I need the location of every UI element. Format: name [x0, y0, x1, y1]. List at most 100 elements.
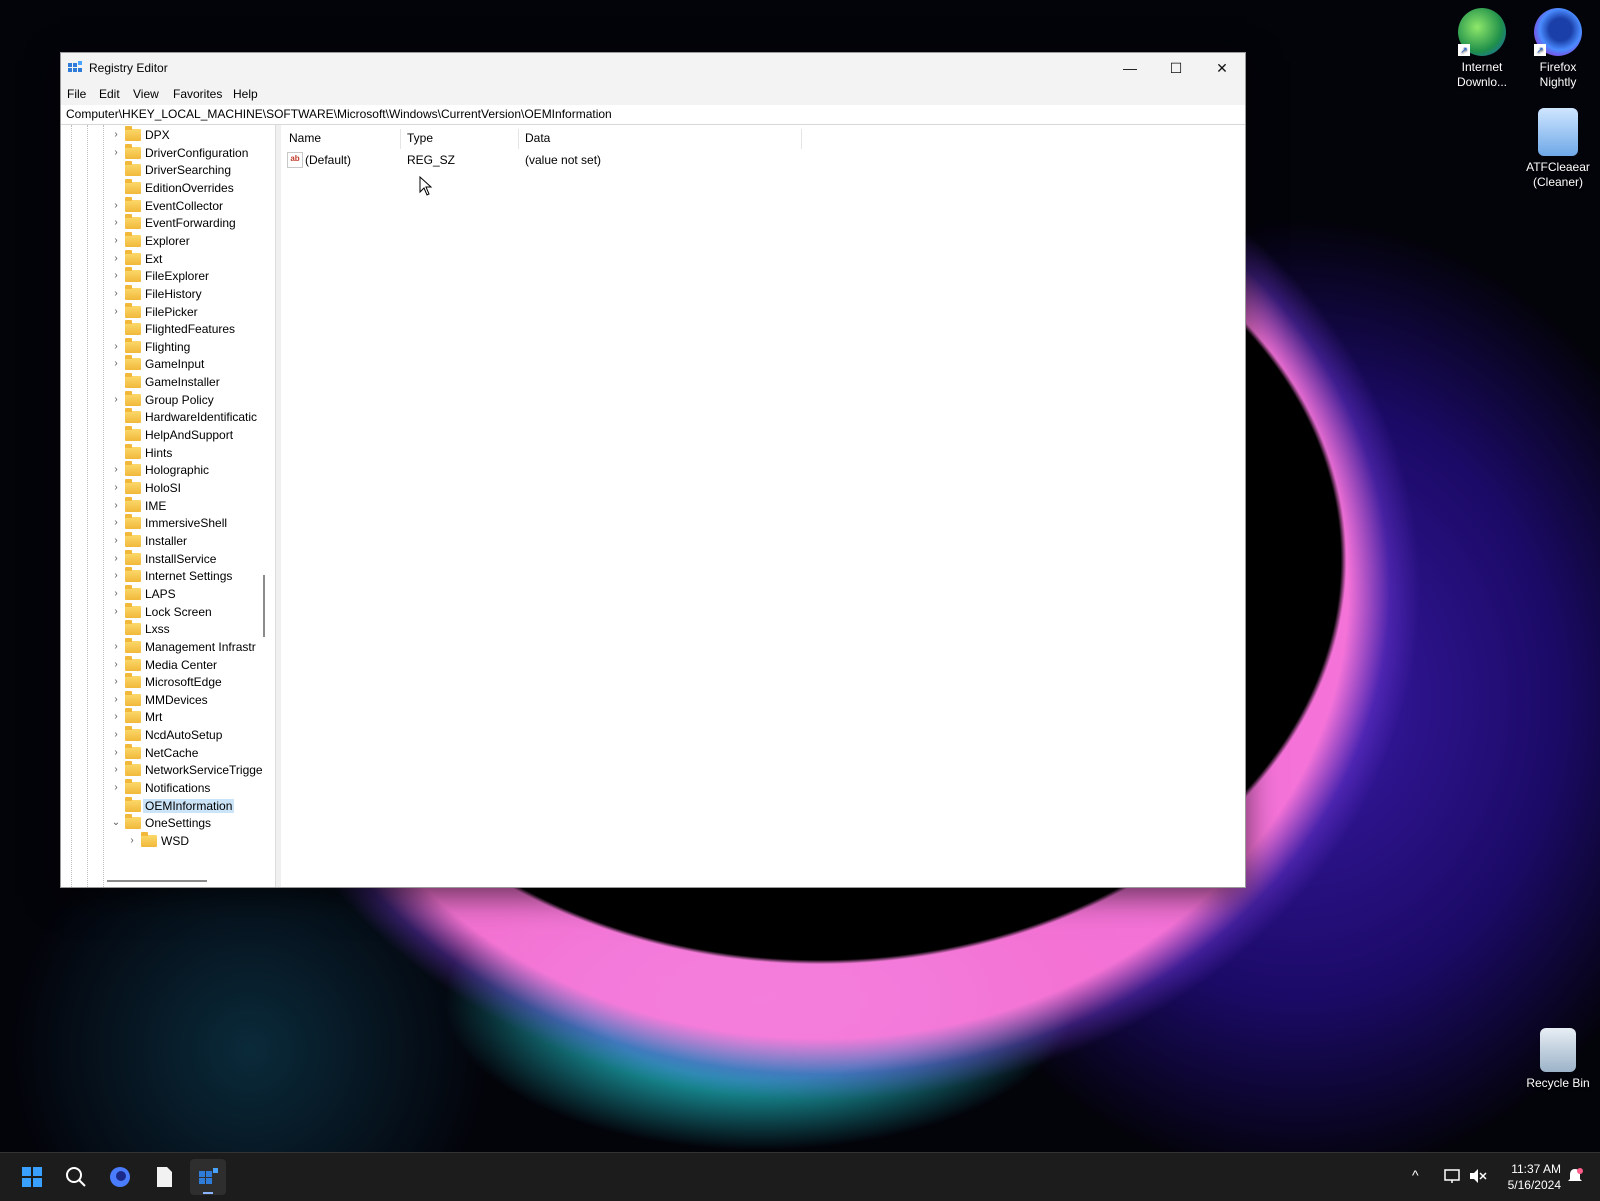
chevron-right-icon[interactable]: ›	[111, 500, 121, 511]
tree-item[interactable]: OEMInformation	[61, 796, 275, 816]
chevron-right-icon[interactable]: ›	[111, 270, 121, 281]
tree-item[interactable]: › FilePicker	[61, 302, 275, 322]
chevron-right-icon[interactable]: ›	[111, 306, 121, 317]
tree-item[interactable]: › Media Center	[61, 655, 275, 675]
tree-item[interactable]: › EventCollector	[61, 196, 275, 216]
tree-item[interactable]: › HoloSI	[61, 479, 275, 498]
tree-item[interactable]: › Explorer	[61, 231, 275, 251]
tree-item[interactable]: › FileHistory	[61, 284, 275, 304]
chevron-right-icon[interactable]: ›	[111, 588, 121, 599]
chevron-up-icon[interactable]: ^	[1412, 1167, 1419, 1183]
column-header-type[interactable]: Type	[407, 131, 433, 149]
tree-item[interactable]: › Mrt	[61, 708, 275, 727]
chevron-right-icon[interactable]: ›	[111, 217, 121, 228]
minimize-button[interactable]: —	[1107, 53, 1153, 83]
tree-item[interactable]: › WSD	[61, 832, 275, 851]
tree-horizontal-scrollbar[interactable]	[107, 880, 207, 882]
start-button[interactable]	[14, 1159, 50, 1195]
tree-item[interactable]: DriverSearching	[61, 161, 275, 180]
tree-item[interactable]: GameInstaller	[61, 373, 275, 392]
tree-item[interactable]: FlightedFeatures	[61, 320, 275, 339]
chevron-right-icon[interactable]: ›	[111, 553, 121, 564]
desktop-icon-atfcleaner[interactable]: ATFCleaear (Cleaner)	[1520, 108, 1596, 190]
tree-item[interactable]: HelpAndSupport	[61, 426, 275, 445]
chevron-right-icon[interactable]: ›	[111, 641, 121, 652]
chevron-right-icon[interactable]: ›	[111, 464, 121, 475]
tree-vertical-scrollbar[interactable]	[263, 575, 265, 637]
chevron-right-icon[interactable]: ›	[111, 659, 121, 670]
tree-item[interactable]: › IME	[61, 496, 275, 516]
tree-item[interactable]: › Installer	[61, 531, 275, 551]
menu-view[interactable]: View	[133, 87, 159, 101]
taskbar-firefox-button[interactable]	[102, 1159, 138, 1195]
column-header-name[interactable]: Name	[289, 131, 321, 149]
key-tree-pane[interactable]: › DPX › DriverConfiguration DriverSearching E…	[61, 125, 275, 887]
chevron-right-icon[interactable]: ›	[111, 358, 121, 369]
volume-muted-icon[interactable]	[1468, 1167, 1488, 1185]
tree-item[interactable]: Lxss	[61, 620, 275, 639]
tree-item[interactable]: Hints	[61, 443, 275, 463]
chevron-right-icon[interactable]: ›	[111, 535, 121, 546]
chevron-right-icon[interactable]: ›	[111, 288, 121, 299]
tree-item[interactable]: ⌄ OneSettings	[61, 814, 275, 833]
menu-help[interactable]: Help	[233, 87, 258, 101]
tree-item[interactable]: › NetCache	[61, 743, 275, 763]
desktop-icon-internet-download-manager[interactable]: ↗ Internet Downlo...	[1444, 8, 1520, 90]
chevron-right-icon[interactable]: ›	[111, 235, 121, 246]
chevron-right-icon[interactable]: ›	[111, 341, 121, 352]
tree-item[interactable]: › DriverConfiguration	[61, 143, 275, 163]
chevron-right-icon[interactable]: ›	[111, 782, 121, 793]
menu-file[interactable]: File	[67, 87, 86, 101]
column-separator[interactable]	[801, 129, 802, 149]
chevron-right-icon[interactable]: ›	[111, 729, 121, 740]
menu-favorites[interactable]: Favorites	[173, 87, 222, 101]
desktop-icon-recycle-bin[interactable]: Recycle Bin	[1520, 1028, 1596, 1091]
search-button[interactable]	[58, 1159, 94, 1195]
value-name[interactable]: (Default)	[305, 153, 351, 167]
tree-item[interactable]: › Internet Settings	[61, 567, 275, 586]
tree-item[interactable]: › FileExplorer	[61, 267, 275, 286]
address-path[interactable]: Computer\HKEY_LOCAL_MACHINE\SOFTWARE\Mic…	[66, 107, 612, 121]
notification-bell-icon[interactable]	[1566, 1167, 1584, 1187]
tree-item[interactable]: › MMDevices	[61, 690, 275, 710]
column-separator[interactable]	[400, 129, 401, 149]
maximize-button[interactable]: ☐	[1153, 53, 1199, 83]
column-header-data[interactable]: Data	[525, 131, 550, 149]
tree-item[interactable]: › Holographic	[61, 461, 275, 480]
tree-item[interactable]: › Flighting	[61, 337, 275, 357]
tree-item[interactable]: › MicrosoftEdge	[61, 673, 275, 692]
desktop-icon-firefox-nightly[interactable]: ↗ Firefox Nightly	[1520, 8, 1596, 90]
chevron-right-icon[interactable]: ›	[111, 482, 121, 493]
chevron-right-icon[interactable]: ›	[111, 676, 121, 687]
chevron-right-icon[interactable]: ›	[111, 570, 121, 581]
chevron-right-icon[interactable]: ›	[111, 747, 121, 758]
tree-item[interactable]: › NcdAutoSetup	[61, 726, 275, 745]
chevron-right-icon[interactable]: ›	[127, 835, 137, 846]
tree-item[interactable]: › Notifications	[61, 779, 275, 798]
chevron-right-icon[interactable]: ›	[111, 147, 121, 158]
chevron-right-icon[interactable]: ›	[111, 129, 121, 140]
tree-item[interactable]: › ImmersiveShell	[61, 514, 275, 533]
tree-item[interactable]: › GameInput	[61, 355, 275, 374]
address-bar[interactable]: Computer\HKEY_LOCAL_MACHINE\SOFTWARE\Mic…	[61, 105, 1245, 125]
tree-item[interactable]: HardwareIdentificatic	[61, 408, 275, 427]
chevron-right-icon[interactable]: ›	[111, 517, 121, 528]
tree-item[interactable]: › LAPS	[61, 584, 275, 604]
chevron-right-icon[interactable]: ›	[111, 394, 121, 405]
values-list-pane[interactable]: Name Type Data ab (Default) REG_SZ (valu…	[281, 125, 1244, 887]
clock[interactable]: 11:37 AM 5/16/2024	[1495, 1161, 1561, 1193]
tree-item[interactable]: › NetworkServiceTrigge	[61, 761, 275, 780]
tree-item[interactable]: › DPX	[61, 126, 275, 145]
tree-item[interactable]: › Group Policy	[61, 390, 275, 410]
menu-edit[interactable]: Edit	[99, 87, 120, 101]
title-bar[interactable]: Registry Editor — ☐ ✕	[61, 53, 1245, 83]
chevron-right-icon[interactable]: ›	[111, 694, 121, 705]
column-separator[interactable]	[518, 129, 519, 149]
tree-item[interactable]: EditionOverrides	[61, 178, 275, 198]
tree-item[interactable]: › Management Infrastr	[61, 637, 275, 657]
chevron-down-icon[interactable]: ⌄	[111, 817, 121, 828]
tree-item[interactable]: › EventForwarding	[61, 214, 275, 233]
network-icon[interactable]	[1443, 1167, 1463, 1185]
tree-item[interactable]: › Lock Screen	[61, 602, 275, 622]
tree-item[interactable]: › Ext	[61, 249, 275, 269]
